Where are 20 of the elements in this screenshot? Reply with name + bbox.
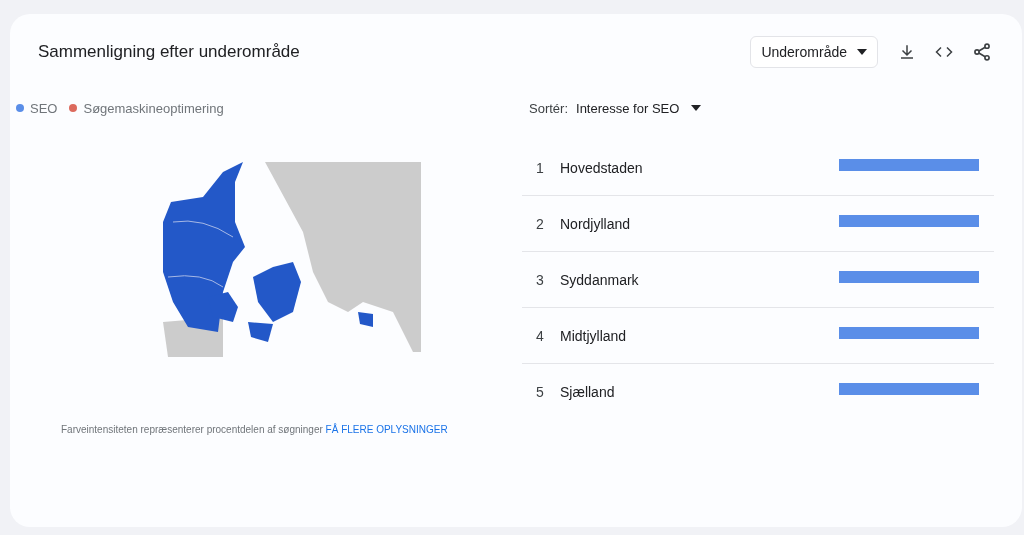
rank-number: 4 (536, 327, 545, 344)
legend-item: Søgemaskineoptimering (69, 100, 224, 116)
footer-note: Farveintensiteten repræsenterer procentdelen af søgninger FÅ FLERE OPLYSNINGER (61, 424, 449, 435)
rank-number: 1 (536, 159, 545, 176)
region-select[interactable]: Underområde (750, 36, 878, 68)
region-name: Nordjylland (560, 215, 632, 232)
caret-icon (857, 49, 867, 55)
sort-label: Sortér: (529, 100, 568, 116)
sort-select[interactable]: Interesse for SEO (576, 100, 702, 116)
card-title: Sammenligning efter underområde (38, 42, 300, 62)
rank-number: 5 (536, 383, 545, 400)
rank-number: 2 (536, 215, 545, 232)
rank-number: 3 (536, 271, 545, 288)
legend-item: SEO (16, 100, 58, 116)
region-name: Sjælland (560, 383, 616, 400)
learn-more-link[interactable]: FÅ FLERE OPLYSNINGER (325, 424, 448, 435)
region-name: Syddanmark (560, 271, 640, 288)
region-name: Midtjylland (560, 327, 628, 344)
caret-icon (691, 105, 702, 111)
region-name: Hovedstaden (560, 159, 644, 176)
